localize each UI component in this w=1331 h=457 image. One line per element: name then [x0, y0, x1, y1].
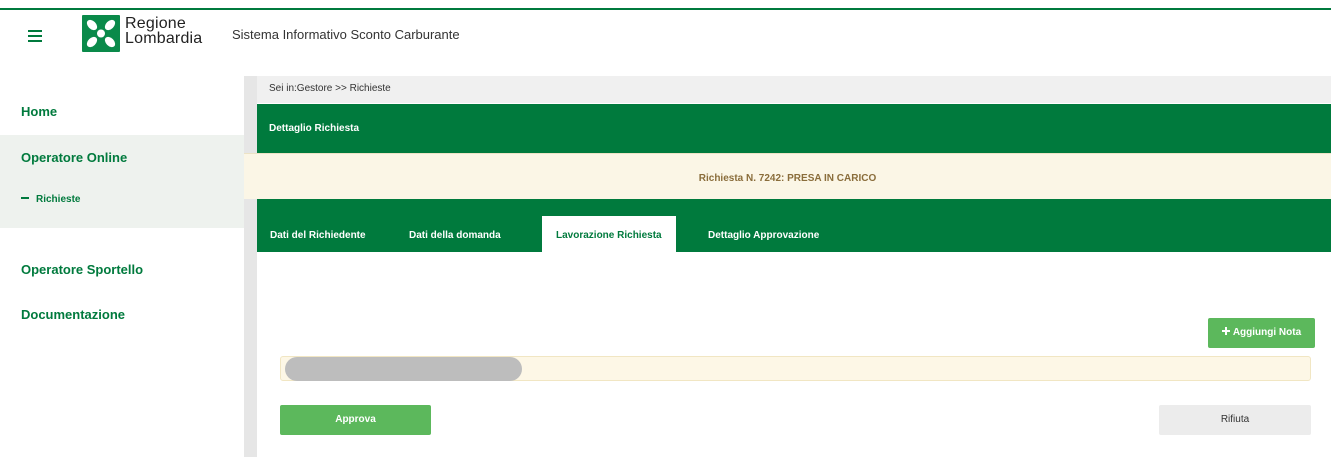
notes-scrollbar[interactable] [285, 357, 522, 381]
notes-area[interactable] [280, 356, 1311, 381]
reject-button[interactable]: Rifiuta [1159, 405, 1311, 435]
tab-dettaglio-approvazione[interactable]: Dettaglio Approvazione [708, 230, 819, 241]
minus-icon [21, 197, 29, 200]
sidebar-item-documentazione[interactable]: Documentazione [0, 307, 244, 327]
logo-line-2: Lombardia [125, 30, 203, 47]
tab-dati-domanda[interactable]: Dati della domanda [409, 230, 501, 241]
panel-title: Dettaglio Richiesta [257, 104, 1331, 153]
breadcrumb: Sei in:Gestore >> Richieste [257, 76, 1331, 103]
sidebar-divider [244, 76, 257, 457]
regione-lombardia-logo [82, 15, 120, 52]
sidebar-subitem-richieste[interactable]: Richieste [21, 194, 80, 205]
sidebar-item-operatore-sportello[interactable]: Operatore Sportello [0, 262, 244, 282]
plus-icon [1221, 327, 1230, 336]
approve-button[interactable]: Approva [280, 405, 431, 435]
sidebar-item-operatore-online-label: Operatore Online [21, 150, 128, 165]
sidebar-item-home[interactable]: Home [0, 104, 244, 124]
sidebar-subitem-richieste-label: Richieste [36, 194, 81, 205]
status-banner: Richiesta N. 7242: PRESA IN CARICO [244, 153, 1331, 199]
tab-dati-richiedente[interactable]: Dati del Richiedente [270, 230, 366, 241]
sidebar-item-operatore-online[interactable]: Operatore Online Richieste [0, 135, 244, 228]
logo-text: Regione Lombardia [125, 15, 203, 47]
logo-line-1: Regione [125, 15, 187, 32]
add-note-label: Aggiungi Nota [1232, 327, 1302, 338]
app-title: Sistema Informativo Sconto Carburante [232, 27, 460, 42]
hamburger-icon[interactable] [28, 30, 42, 42]
tab-lavorazione-richiesta[interactable]: Lavorazione Richiesta [542, 216, 676, 252]
add-note-button[interactable]: Aggiungi Nota [1208, 318, 1315, 348]
tabs-bar: Dati del Richiedente Dati della domanda … [257, 199, 1331, 252]
